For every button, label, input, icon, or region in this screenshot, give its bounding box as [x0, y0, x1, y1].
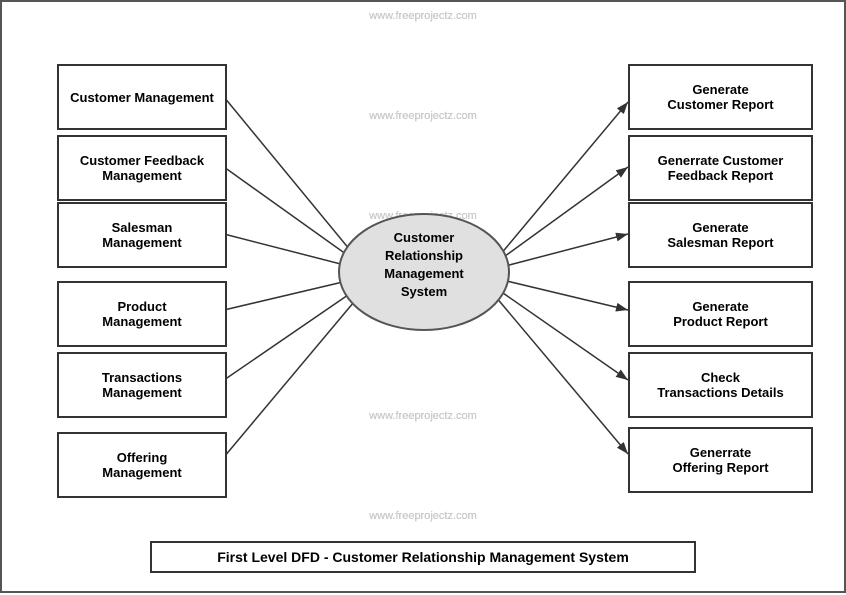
salesman-management-label: SalesmanManagement	[102, 220, 181, 250]
svg-text:Relationship: Relationship	[385, 248, 463, 263]
customer-feedback-box: Customer FeedbackManagement	[57, 135, 227, 201]
customer-feedback-label: Customer FeedbackManagement	[80, 153, 204, 183]
gen-customer-report-label: GenerateCustomer Report	[667, 82, 773, 112]
check-transactions-label: CheckTransactions Details	[657, 370, 783, 400]
gen-product-report-label: GenerateProduct Report	[673, 299, 768, 329]
gen-salesman-report-label: GenerateSalesman Report	[667, 220, 773, 250]
gen-salesman-report-box: GenerateSalesman Report	[628, 202, 813, 268]
svg-text:System: System	[401, 284, 447, 299]
salesman-management-box: SalesmanManagement	[57, 202, 227, 268]
transactions-management-box: TransactionsManagement	[57, 352, 227, 418]
offering-management-label: OfferingManagement	[102, 450, 181, 480]
gen-feedback-report-label: Generrate CustomerFeedback Report	[658, 153, 784, 183]
diagram-container: www.freeprojectz.com www.freeprojectz.co…	[0, 0, 846, 593]
product-management-label: ProductManagement	[102, 299, 181, 329]
gen-customer-report-box: GenerateCustomer Report	[628, 64, 813, 130]
offering-management-box: OfferingManagement	[57, 432, 227, 498]
gen-offering-report-box: GenerrateOffering Report	[628, 427, 813, 493]
caption-box: First Level DFD - Customer Relationship …	[150, 541, 696, 573]
product-management-box: ProductManagement	[57, 281, 227, 347]
check-transactions-box: CheckTransactions Details	[628, 352, 813, 418]
gen-product-report-box: GenerateProduct Report	[628, 281, 813, 347]
gen-feedback-report-box: Generrate CustomerFeedback Report	[628, 135, 813, 201]
caption-text: First Level DFD - Customer Relationship …	[217, 549, 629, 565]
customer-management-box: Customer Management	[57, 64, 227, 130]
gen-offering-report-label: GenerrateOffering Report	[672, 445, 768, 475]
svg-text:Customer: Customer	[394, 230, 455, 245]
customer-management-label: Customer Management	[70, 90, 214, 105]
center-circle: Customer Relationship Management System	[337, 212, 512, 332]
transactions-management-label: TransactionsManagement	[102, 370, 182, 400]
svg-text:Management: Management	[384, 266, 464, 281]
